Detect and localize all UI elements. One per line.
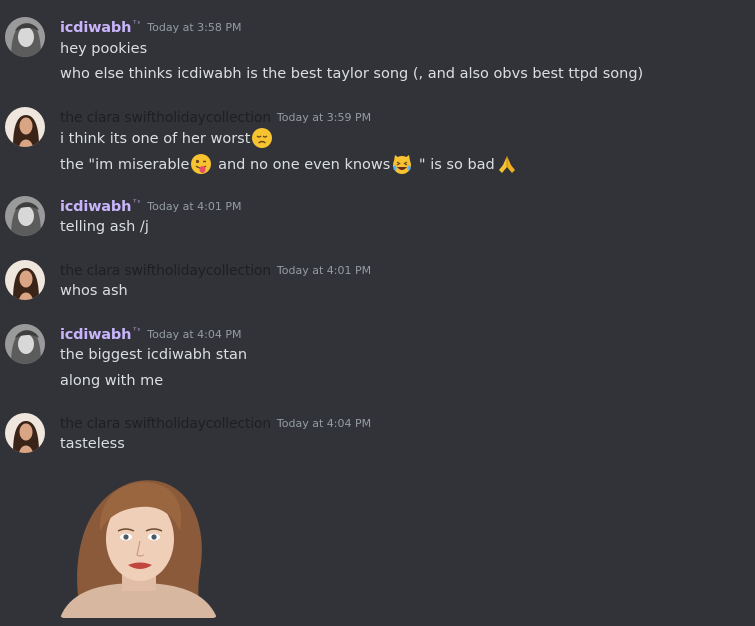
text-segment: i think its one of her worst: [60, 131, 251, 147]
timestamp[interactable]: Today at 4:04 PM: [277, 417, 371, 430]
timestamp[interactable]: Today at 3:58 PM: [147, 21, 241, 34]
text-segment: and no one even knows: [213, 157, 391, 173]
portrait-image: [60, 461, 217, 618]
user-tag: ᵀˢ: [133, 197, 142, 207]
message-text: telling ash /j: [60, 219, 149, 235]
message-text: i think its one of her worst: [60, 127, 274, 149]
message-text: whos ash: [60, 283, 128, 299]
laughing-cat-face-icon: [391, 153, 413, 175]
message-text: the "im miserable and no one even knows …: [60, 153, 519, 175]
message-header: icdiwabh ᵀˢ Today at 4:04 PM: [60, 324, 241, 346]
message-header: icdiwabh ᵀˢ Today at 4:01 PM: [60, 196, 241, 218]
text-segment: " is so bad: [414, 157, 495, 173]
timestamp[interactable]: Today at 4:04 PM: [147, 328, 241, 341]
avatar-clara[interactable]: [5, 107, 45, 147]
user-tag: ᵀˢ: [133, 18, 142, 28]
text-segment: the "im miserable: [60, 157, 190, 173]
message-text: hey pookies: [60, 41, 148, 57]
avatar-clara[interactable]: [5, 260, 45, 300]
timestamp[interactable]: Today at 4:01 PM: [277, 264, 371, 277]
winking-tongue-face-icon: [190, 153, 212, 175]
chat-window: icdiwabh ᵀˢ Today at 3:58 PM hey pookies w…: [0, 0, 755, 626]
username[interactable]: the clara swiftholidaycollection: [60, 263, 271, 279]
message-header: the clara swiftholidaycollection Today at…: [60, 107, 371, 129]
username[interactable]: the clara swiftholidaycollection: [60, 110, 271, 126]
message-text: along with me: [60, 373, 164, 389]
message-header: icdiwabh ᵀˢ Today at 3:58 PM: [60, 17, 241, 39]
disappointed-face-icon: [251, 127, 273, 149]
message-header: the clara swiftholidaycollection Today at…: [60, 413, 371, 435]
username[interactable]: icdiwabh: [60, 199, 131, 215]
image-attachment[interactable]: [60, 461, 217, 618]
username[interactable]: icdiwabh: [60, 20, 131, 36]
folded-hands-icon: [496, 153, 518, 175]
message-text: tasteless: [60, 436, 125, 452]
username[interactable]: icdiwabh: [60, 327, 131, 343]
avatar-clara[interactable]: [5, 413, 45, 453]
message-header: the clara swiftholidaycollection Today at…: [60, 260, 371, 282]
timestamp[interactable]: Today at 3:59 PM: [277, 111, 371, 124]
message-text: who else thinks icdiwabh is the best tay…: [60, 66, 644, 82]
avatar-icdiwabh[interactable]: [5, 17, 45, 57]
message-text: the biggest icdiwabh stan: [60, 347, 248, 363]
timestamp[interactable]: Today at 4:01 PM: [147, 200, 241, 213]
avatar-icdiwabh[interactable]: [5, 324, 45, 364]
username[interactable]: the clara swiftholidaycollection: [60, 416, 271, 432]
avatar-icdiwabh[interactable]: [5, 196, 45, 236]
user-tag: ᵀˢ: [133, 325, 142, 335]
